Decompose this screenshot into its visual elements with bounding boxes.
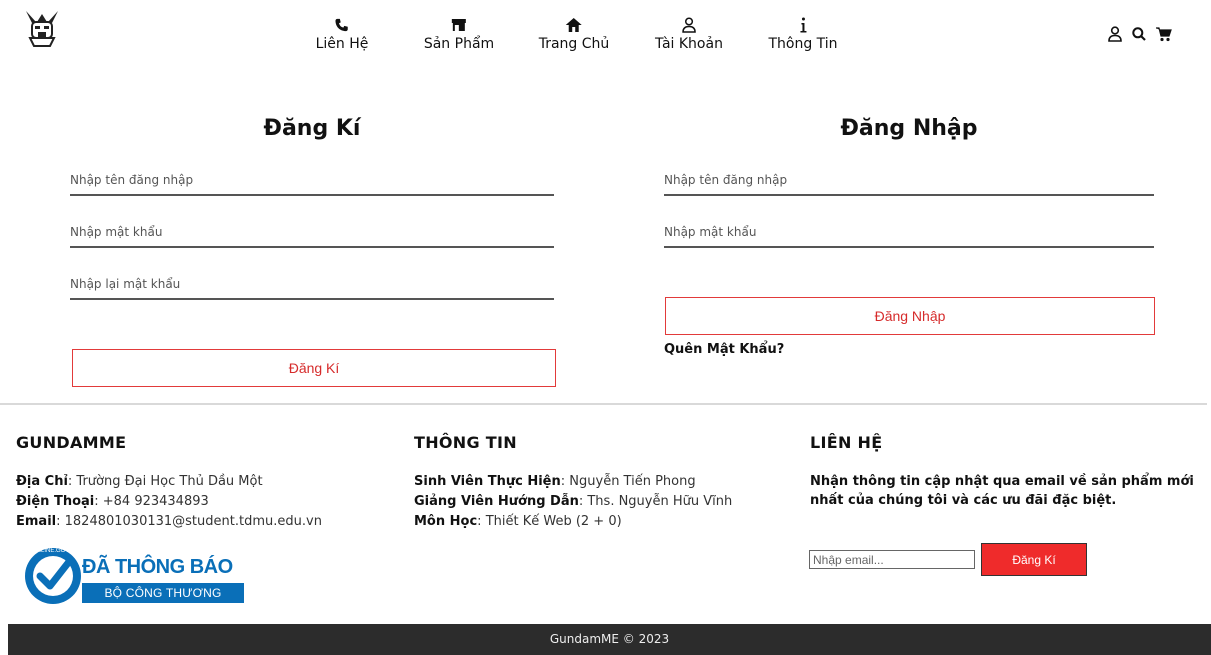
search-icon[interactable] — [1132, 27, 1146, 41]
footer-contact: LIÊN HỆ Nhận thông tin cập nhật qua emai… — [810, 433, 1205, 510]
footer-contact-heading: LIÊN HỆ — [810, 433, 883, 452]
info-icon — [799, 16, 807, 34]
forgot-password-link[interactable]: Quên Mật Khẩu? — [664, 342, 784, 357]
phone-line: Điện Thoại: +84 923434893 — [16, 494, 209, 509]
newsletter-text: Nhận thông tin cập nhật qua email về sản… — [810, 474, 1194, 508]
login-title: Đăng Nhập — [840, 116, 978, 141]
nav-item-products[interactable]: Sản Phẩm — [424, 16, 494, 52]
user-icon[interactable] — [1108, 26, 1122, 42]
course-line: Môn Học: Thiết Kế Web (2 + 0) — [414, 514, 622, 529]
register-confirm-password-input[interactable] — [70, 270, 554, 300]
nav-label: Liên Hệ — [315, 36, 369, 52]
copyright-bar: GundamME © 2023 — [8, 624, 1211, 655]
student-line: Sinh Viên Thực Hiện: Nguyễn Tiến Phong — [414, 474, 696, 489]
login-form: Đăng Nhập — [664, 112, 1154, 146]
cart-icon[interactable] — [1156, 26, 1172, 42]
header-actions — [1108, 26, 1172, 42]
home-icon — [566, 16, 582, 34]
nav-item-contact[interactable]: Liên Hệ — [315, 16, 369, 52]
register-password-input[interactable] — [70, 218, 554, 248]
badge-title: ĐÃ THÔNG BÁO — [82, 556, 233, 578]
login-button[interactable]: Đăng Nhập — [665, 297, 1155, 335]
nav-item-home[interactable]: Trang Chủ — [538, 16, 610, 52]
badge-subtitle: BỘ CÔNG THƯƠNG — [82, 583, 244, 603]
site-header: Liên Hệ Sản Phẩm Trang Chủ Tài Khoản Thô… — [0, 0, 1211, 70]
address-line: Địa Chỉ: Trường Đại Học Thủ Dầu Một — [16, 474, 263, 489]
footer-info-heading: THÔNG TIN — [414, 433, 517, 452]
phone-icon — [335, 16, 349, 34]
login-username-input[interactable] — [664, 166, 1154, 196]
nav-label: Sản Phẩm — [423, 36, 495, 52]
email-line: Email: 1824801030131@student.tdmu.edu.vn — [16, 514, 322, 529]
nav-item-info[interactable]: Thông Tin — [768, 16, 838, 52]
register-button[interactable]: Đăng Kí — [72, 349, 556, 387]
newsletter-email-input[interactable] — [809, 550, 975, 569]
register-form: Đăng Kí — [70, 112, 554, 146]
teacher-line: Giảng Viên Hướng Dẫn: Ths. Nguyễn Hữu Vĩ… — [414, 494, 733, 509]
section-divider — [0, 403, 1207, 405]
footer-about: GUNDAMME Địa Chỉ: Trường Đại Học Thủ Dầu… — [16, 433, 322, 532]
badge-ring-text: ONLINE.GOV.VN — [32, 548, 79, 554]
register-title: Đăng Kí — [263, 116, 361, 141]
nav-label: Trang Chủ — [538, 36, 610, 52]
nav-item-account[interactable]: Tài Khoản — [655, 16, 723, 52]
store-icon — [451, 16, 467, 34]
footer-about-heading: GUNDAMME — [16, 433, 127, 452]
main-nav: Liên Hệ Sản Phẩm Trang Chủ Tài Khoản Thô… — [0, 16, 1211, 56]
login-password-input[interactable] — [664, 218, 1154, 248]
footer-info: THÔNG TIN Sinh Viên Thực Hiện: Nguyễn Ti… — [414, 433, 732, 532]
nav-label: Thông Tin — [768, 36, 838, 52]
user-icon — [682, 16, 696, 34]
newsletter-subscribe-button[interactable]: Đăng Kí — [981, 543, 1087, 576]
nav-label: Tài Khoản — [655, 36, 723, 52]
register-username-input[interactable] — [70, 166, 554, 196]
